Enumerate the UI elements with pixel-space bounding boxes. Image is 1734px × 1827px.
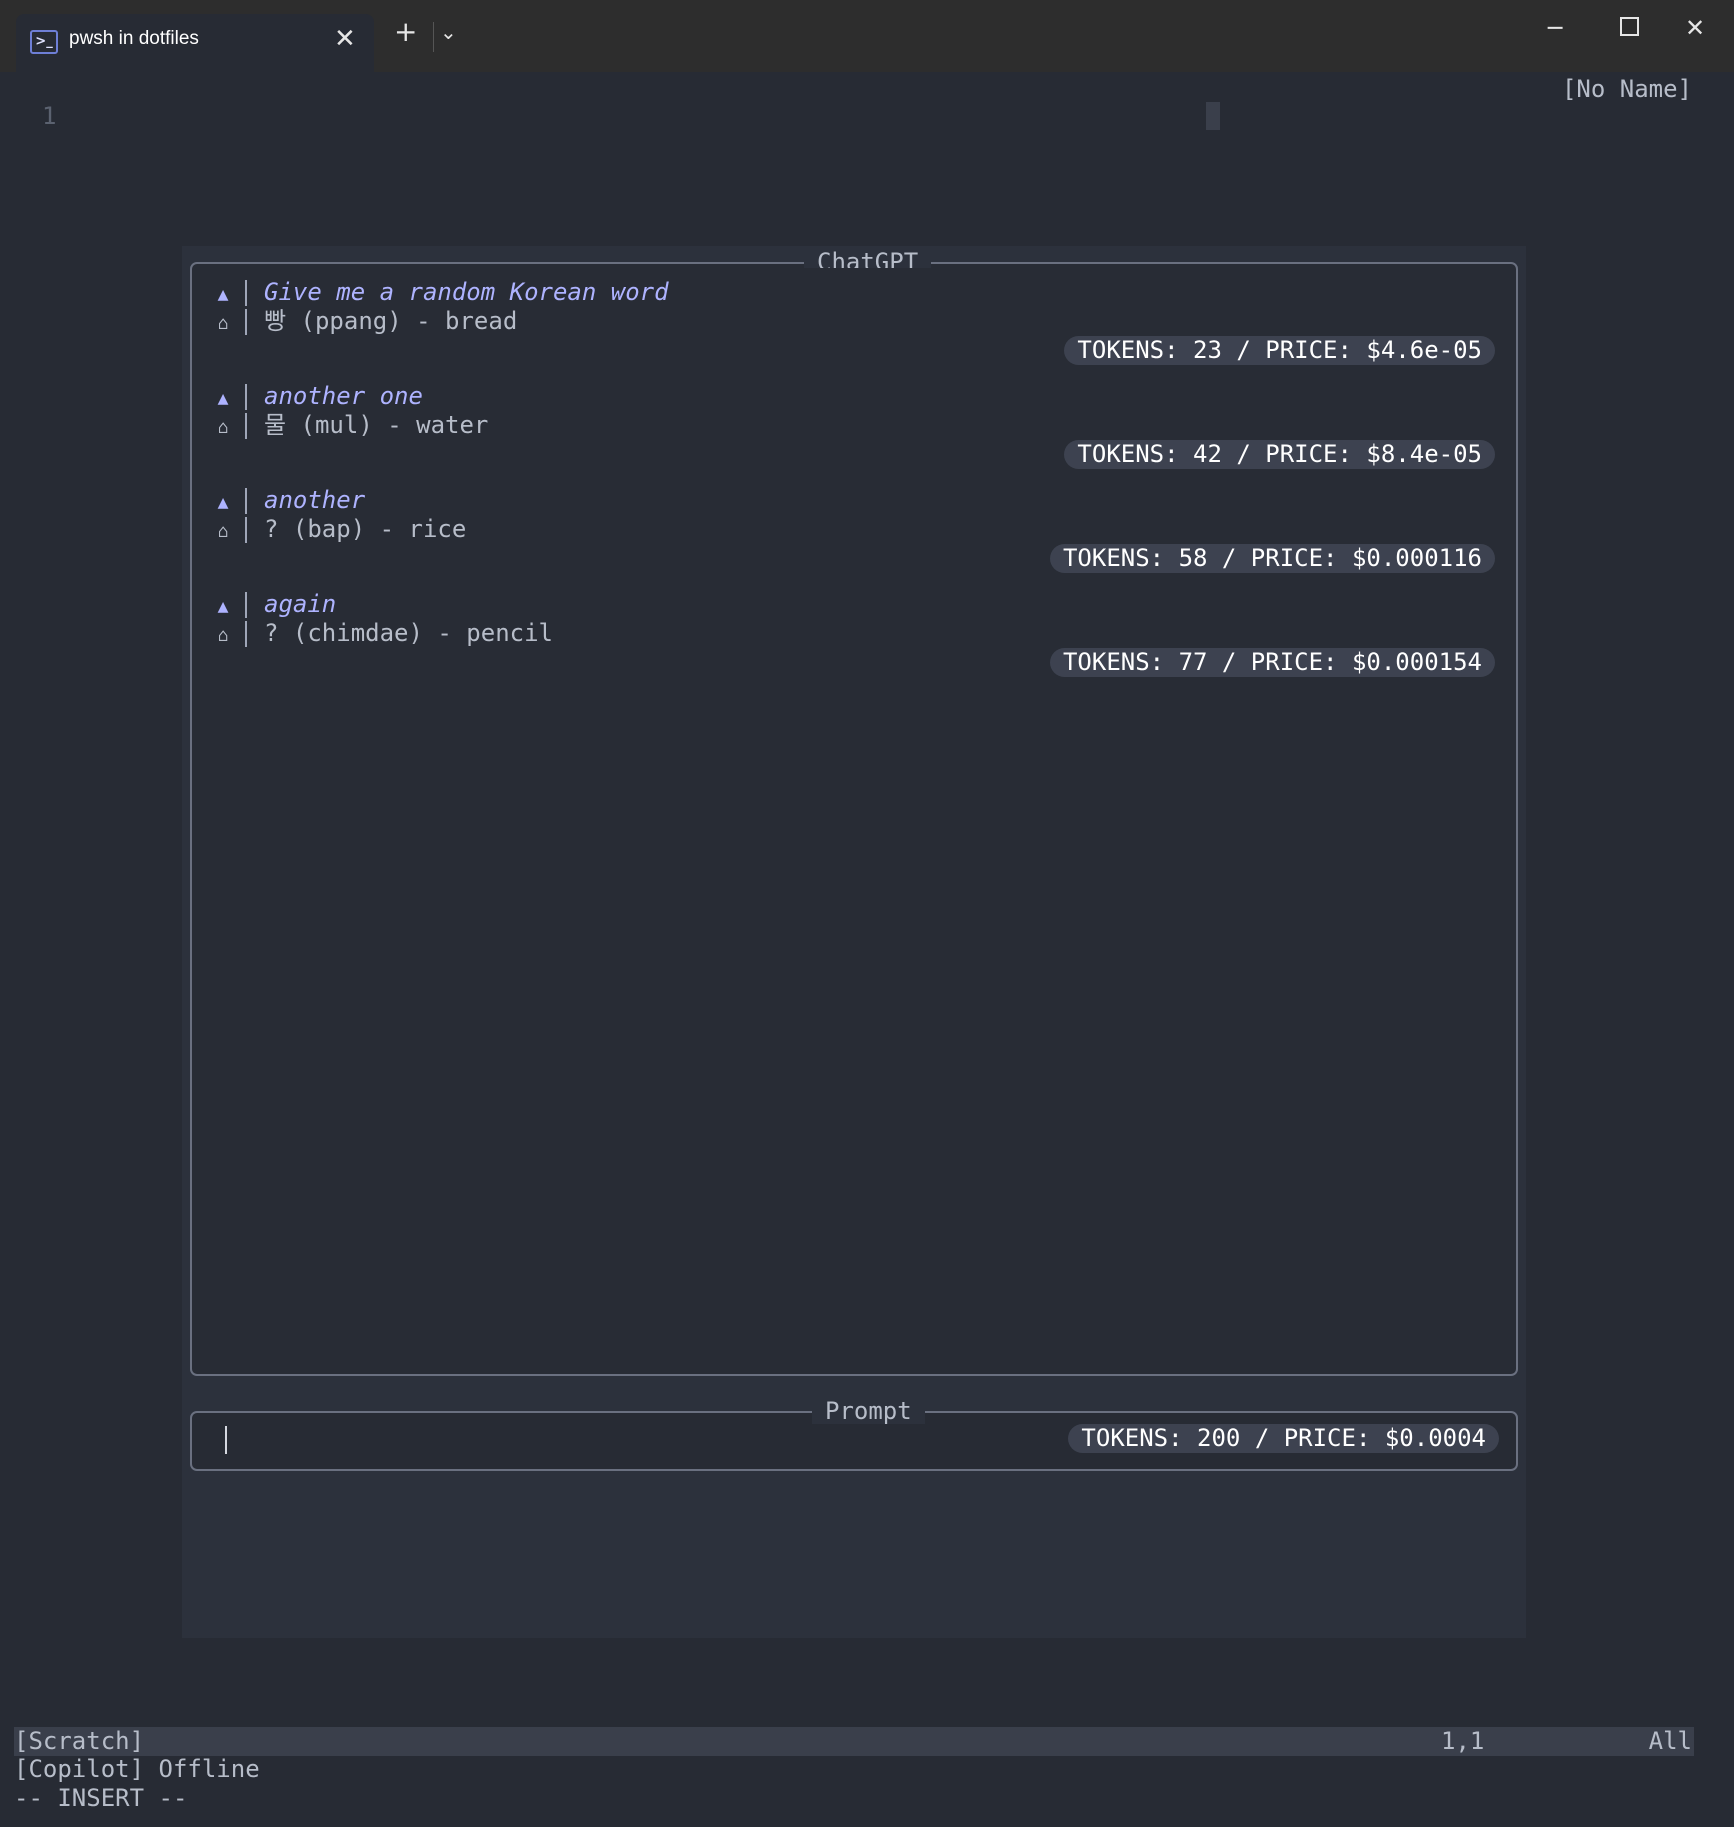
minimize-button[interactable]: ─ [1548, 14, 1562, 42]
chatgpt-float: ChatGPT ▲ Give me a random Korean word ⌂ 빵 … [182, 246, 1526, 1638]
chat-window[interactable]: ChatGPT ▲ Give me a random Korean word ⌂ 빵 … [190, 249, 1518, 1376]
terminal-window: >_ pwsh in dotfiles ✕ + ⌄ ─ ✕ [No Name] … [0, 0, 1734, 1827]
prompt-input[interactable] [225, 1426, 227, 1454]
cursor-position: 1,1 [1441, 1727, 1485, 1755]
statusline: [Scratch] 1,1 All [14, 1727, 1694, 1756]
editor-area[interactable]: [No Name] 1 ChatGPT ▲ Give me a random Ko… [14, 72, 1694, 1817]
usage-badge: TOKENS: 77 / PRICE: $0.000154 [1049, 648, 1495, 677]
message-text: 물 (mul) - water [264, 411, 489, 439]
scrollbar[interactable] [1694, 72, 1716, 1817]
user-message: ▲ again [214, 590, 336, 618]
prompt-usage-badge: TOKENS: 200 / PRICE: $0.0004 [1068, 1424, 1499, 1453]
maximize-icon [1620, 17, 1639, 36]
editor-cursor [1206, 102, 1220, 130]
message-gutter-bar [245, 517, 247, 543]
statusline-buffer: [Scratch] [14, 1727, 145, 1755]
robot-icon: ⌂ [217, 521, 229, 542]
prompt-window[interactable]: Prompt TOKENS: 200 / PRICE: $0.0004 [190, 1398, 1518, 1471]
message-text: another [264, 486, 366, 514]
user-icon: ▲ [217, 596, 229, 617]
tab-title: pwsh in dotfiles [69, 28, 199, 49]
message-gutter-bar [245, 592, 247, 618]
robot-icon: ⌂ [217, 313, 229, 334]
message-text: ? (bap) - rice [264, 515, 467, 543]
assistant-message: ⌂ ? (bap) - rice [214, 515, 466, 543]
user-message: ▲ another [214, 486, 365, 514]
title-bar: >_ pwsh in dotfiles ✕ + ⌄ ─ ✕ [0, 0, 1734, 72]
buffer-name: [No Name] [1561, 75, 1692, 103]
tab-pwsh[interactable]: >_ pwsh in dotfiles ✕ [16, 14, 374, 72]
prompt-title: Prompt [812, 1398, 925, 1424]
robot-icon: ⌂ [217, 417, 229, 438]
message-text: another one [264, 382, 423, 410]
user-message: ▲ Give me a random Korean word [214, 278, 669, 306]
user-icon: ▲ [217, 284, 229, 305]
line-number: 1 [42, 102, 57, 130]
message-text: ? (chimdae) - pencil [264, 619, 553, 647]
message-gutter-bar [245, 280, 247, 306]
user-message: ▲ another one [214, 382, 423, 410]
chat-messages[interactable]: ▲ Give me a random Korean word ⌂ 빵 (ppang) … [196, 268, 1512, 1360]
assistant-message: ⌂ 빵 (ppang) - bread [214, 307, 517, 335]
close-window-button[interactable]: ✕ [1685, 14, 1705, 42]
mode-indicator: -- INSERT -- [14, 1784, 188, 1812]
user-icon: ▲ [217, 492, 229, 513]
usage-badge: TOKENS: 23 / PRICE: $4.6e-05 [1064, 336, 1495, 365]
new-tab-button[interactable]: + [394, 18, 417, 46]
message-gutter-bar [245, 488, 247, 514]
message-text: again [264, 590, 337, 618]
assistant-message: ⌂ ? (chimdae) - pencil [214, 619, 553, 647]
assistant-message: ⌂ 물 (mul) - water [214, 411, 488, 439]
message-text: Give me a random Korean word [264, 278, 669, 306]
user-icon: ▲ [217, 388, 229, 409]
scroll-indicator: All [1648, 1727, 1692, 1755]
robot-icon: ⌂ [217, 625, 229, 646]
message-gutter-bar [245, 384, 247, 410]
message-gutter-bar [245, 309, 247, 335]
message-gutter-bar [245, 413, 247, 439]
powershell-icon: >_ [30, 30, 58, 54]
copilot-status: [Copilot] Offline [14, 1755, 260, 1783]
tab-separator [433, 22, 434, 52]
message-text: 빵 (ppang) - bread [264, 307, 518, 335]
close-tab-icon[interactable]: ✕ [334, 24, 356, 54]
usage-badge: TOKENS: 58 / PRICE: $0.000116 [1049, 544, 1495, 573]
message-gutter-bar [245, 621, 247, 647]
maximize-button[interactable] [1620, 14, 1639, 42]
chevron-down-icon[interactable]: ⌄ [440, 20, 457, 44]
usage-badge: TOKENS: 42 / PRICE: $8.4e-05 [1064, 440, 1495, 469]
